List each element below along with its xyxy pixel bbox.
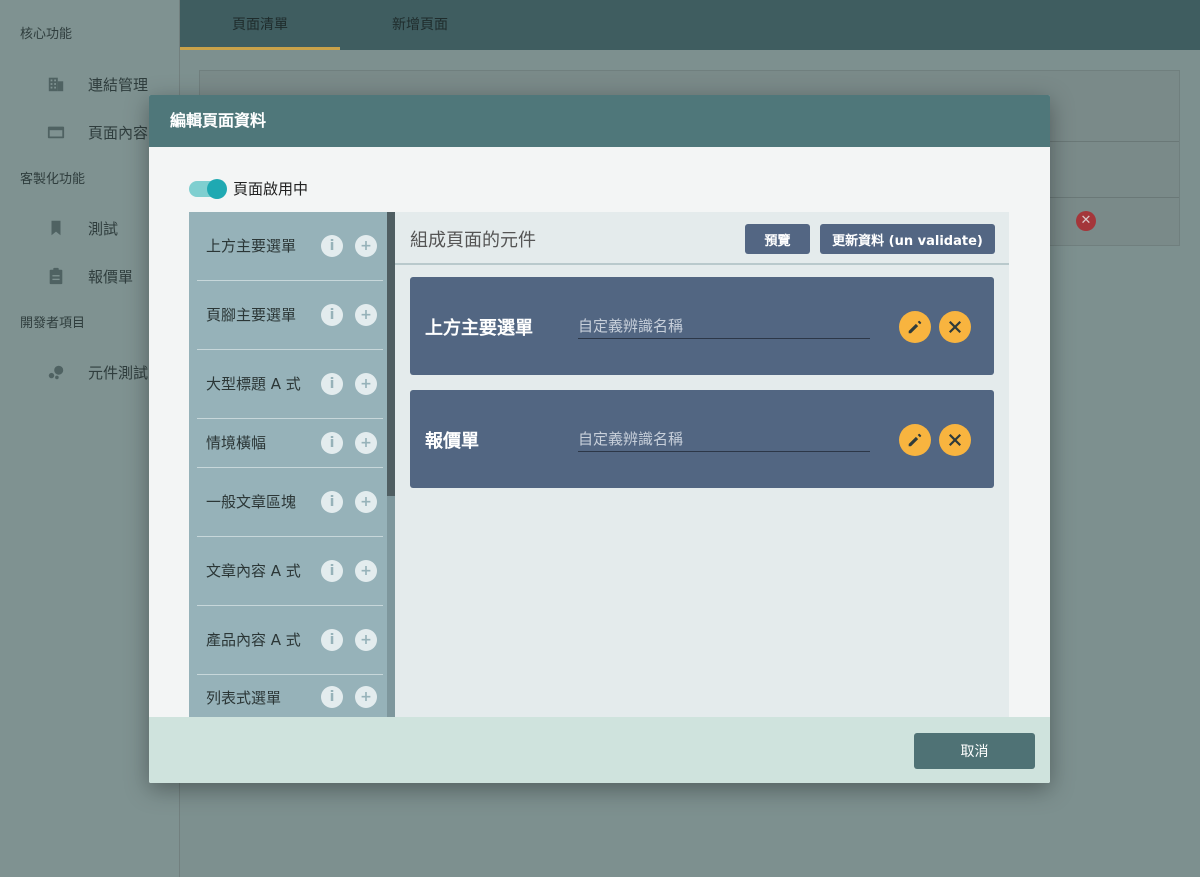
info-icon[interactable]: i — [321, 235, 343, 257]
toggle-knob — [207, 178, 227, 199]
list-item: 頁腳主要選單 i + — [197, 281, 383, 350]
sidebar-item-page-content[interactable]: 頁面內容 — [46, 120, 148, 144]
add-icon[interactable]: + — [355, 629, 377, 651]
remove-button[interactable] — [939, 311, 971, 343]
modal-footer: 取消 — [149, 717, 1050, 783]
component-name: 文章內容 A 式 — [206, 561, 301, 580]
page-components-panel: 組成頁面的元件 預覽 更新資料 (un validate) 上方主要選單 報價單 — [395, 212, 1009, 717]
sidebar-item-component-test[interactable]: 元件測試 — [46, 360, 148, 384]
component-name: 頁腳主要選單 — [206, 305, 297, 324]
add-icon[interactable]: + — [355, 686, 377, 708]
info-icon[interactable]: i — [321, 491, 343, 513]
page-enabled-toggle-row: 頁面啟用中 — [189, 178, 308, 199]
sidebar-section-core: 核心功能 — [20, 27, 73, 42]
add-icon[interactable]: + — [355, 432, 377, 454]
bookmark-icon — [46, 218, 66, 238]
sidebar-item-label: 報價單 — [88, 267, 134, 286]
sidebar-item-label: 頁面內容 — [88, 123, 149, 142]
preview-button[interactable]: 預覽 — [745, 224, 810, 254]
info-icon[interactable]: i — [321, 560, 343, 582]
sidebar-item-links[interactable]: 連結管理 — [46, 72, 148, 96]
info-icon[interactable]: i — [321, 629, 343, 651]
info-icon[interactable]: i — [321, 686, 343, 708]
component-block: 上方主要選單 — [410, 277, 994, 375]
component-list: 上方主要選單 i + 頁腳主要選單 i + 大型標題 A 式 i + 情境橫幅 … — [189, 212, 395, 717]
list-item: 大型標題 A 式 i + — [197, 350, 383, 419]
component-name: 情境橫幅 — [206, 433, 267, 452]
info-icon[interactable]: i — [321, 373, 343, 395]
add-icon[interactable]: + — [355, 560, 377, 582]
pencil-icon — [908, 320, 922, 334]
toggle-label: 頁面啟用中 — [233, 180, 309, 198]
sidebar-section-dev: 開發者項目 — [20, 316, 86, 331]
custom-name-input[interactable] — [578, 313, 870, 339]
sidebar-section-custom: 客製化功能 — [20, 172, 86, 187]
tab-page-list[interactable]: 頁面清單 — [180, 0, 340, 50]
list-item: 情境橫幅 i + — [197, 419, 383, 468]
modal-title: 編輯頁面資料 — [149, 95, 1050, 147]
panel-title: 組成頁面的元件 — [410, 230, 536, 251]
bubbles-icon — [46, 362, 66, 382]
edit-page-modal: 編輯頁面資料 頁面啟用中 上方主要選單 i + 頁腳主要選單 i + 大型標題 … — [149, 95, 1050, 783]
list-item: 文章內容 A 式 i + — [197, 537, 383, 606]
info-icon[interactable]: i — [321, 432, 343, 454]
list-item: 上方主要選單 i + — [197, 212, 383, 281]
sidebar-item-test[interactable]: 測試 — [46, 216, 118, 240]
building-icon — [46, 74, 66, 94]
list-item: 一般文章區塊 i + — [197, 468, 383, 537]
scrollbar-thumb[interactable] — [387, 212, 395, 496]
close-icon — [948, 433, 962, 447]
sidebar-item-quote[interactable]: 報價單 — [46, 264, 133, 288]
sidebar-item-label: 元件測試 — [88, 363, 149, 382]
info-icon[interactable]: i — [321, 304, 343, 326]
sidebar-item-label: 測試 — [88, 219, 119, 238]
component-name: 產品內容 A 式 — [206, 630, 301, 649]
clipboard-icon — [46, 266, 66, 286]
list-item: 產品內容 A 式 i + — [197, 606, 383, 675]
page-enabled-toggle[interactable] — [189, 178, 227, 199]
update-data-button[interactable]: 更新資料 (un validate) — [820, 224, 995, 254]
delete-icon[interactable]: ✕ — [1076, 211, 1096, 231]
edit-button[interactable] — [899, 311, 931, 343]
cancel-button[interactable]: 取消 — [914, 733, 1035, 769]
close-icon — [948, 320, 962, 334]
add-icon[interactable]: + — [355, 373, 377, 395]
component-name: 列表式選單 — [206, 689, 282, 707]
sidebar-item-label: 連結管理 — [88, 75, 149, 94]
component-name: 大型標題 A 式 — [206, 374, 301, 393]
remove-button[interactable] — [939, 424, 971, 456]
add-icon[interactable]: + — [355, 235, 377, 257]
custom-name-input[interactable] — [578, 426, 870, 452]
component-name: 一般文章區塊 — [206, 492, 297, 511]
component-block: 報價單 — [410, 390, 994, 488]
block-name: 報價單 — [425, 431, 479, 452]
top-tab-bar: 頁面清單 新增頁面 — [180, 0, 1200, 50]
pencil-icon — [908, 433, 922, 447]
component-name: 上方主要選單 — [206, 236, 297, 255]
list-item: 列表式選單 i + — [197, 675, 383, 717]
add-icon[interactable]: + — [355, 491, 377, 513]
window-icon — [46, 122, 66, 142]
tab-add-page[interactable]: 新增頁面 — [340, 0, 500, 50]
add-icon[interactable]: + — [355, 304, 377, 326]
block-name: 上方主要選單 — [425, 318, 533, 339]
edit-button[interactable] — [899, 424, 931, 456]
panel-header: 組成頁面的元件 預覽 更新資料 (un validate) — [395, 212, 1009, 265]
